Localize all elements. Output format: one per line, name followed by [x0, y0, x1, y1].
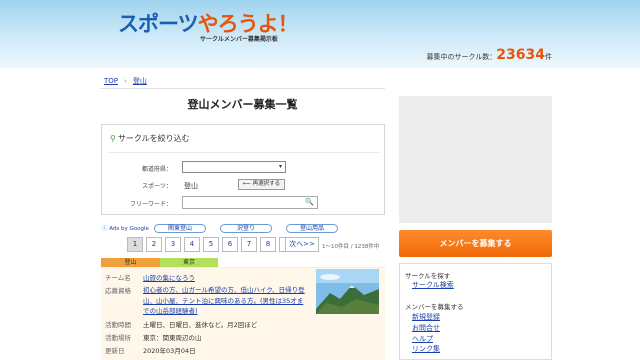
- page-7[interactable]: 7: [241, 237, 257, 252]
- sidebar-ad-area: [399, 96, 552, 223]
- breadcrumb: TOP › 登山: [104, 76, 147, 86]
- sidebar-item-register[interactable]: 新規登録: [412, 312, 440, 322]
- ads-by-google-text: Ads by Google: [109, 226, 149, 232]
- freeword-label: フリーワード：: [129, 201, 172, 208]
- page-title: 登山メンバー募集一覧: [187, 98, 298, 111]
- place-value: 東京：関東周辺の山: [143, 334, 202, 342]
- area-tag[interactable]: 東京: [160, 258, 218, 267]
- team-row: チーム名 山旅の集になろう: [105, 272, 195, 282]
- circle-count-value: 23634: [496, 47, 545, 63]
- ad-link-3[interactable]: 登山用品: [286, 224, 338, 233]
- logo-subtitle: サークルメンバー募集掲示板: [200, 36, 278, 43]
- filter-heading-label: サークルを絞り込む: [117, 134, 190, 143]
- search-icon: ⚲: [110, 134, 116, 143]
- team-label: チーム名: [105, 274, 131, 282]
- page-8[interactable]: 8: [260, 237, 276, 252]
- sidebar-item-links[interactable]: リンク集: [412, 344, 440, 354]
- mountain-image-icon: [316, 269, 379, 314]
- ad-link-2[interactable]: 沢登り: [220, 224, 272, 233]
- circle-count-unit: 件: [545, 53, 552, 61]
- place-row: 活動場所 東京：関東周辺の山: [105, 332, 202, 342]
- search-icon[interactable]: 🔍: [305, 198, 314, 206]
- sidebar-item-contact[interactable]: お問合せ: [412, 323, 440, 333]
- list-item: チーム名 山旅の集になろう 応募資格 初心者の方、山ガール希望の方、低山ハイク、日…: [101, 267, 385, 360]
- reselect-button[interactable]: ⟵ 再選択する: [238, 179, 285, 190]
- time-value: 土曜日、日曜日、進休など。月2回ほど: [143, 321, 258, 329]
- sidebar-item-circle-search[interactable]: サークル検索: [412, 280, 454, 290]
- recruit-members-button[interactable]: メンバーを募集する: [399, 230, 552, 257]
- sidebar-item-help[interactable]: ヘルプ: [412, 334, 433, 344]
- prefecture-select[interactable]: ▾: [182, 161, 286, 173]
- requirement-row: 応募資格: [105, 285, 143, 295]
- page-6[interactable]: 6: [222, 237, 238, 252]
- site-logo[interactable]: スポーツやろうよ！ サークルメンバー募集掲示板: [118, 8, 299, 44]
- divider: [108, 152, 380, 153]
- team-link[interactable]: 山旅の集になろう: [143, 274, 195, 282]
- page-1[interactable]: 1: [127, 237, 143, 252]
- divider: [100, 88, 385, 89]
- category-tag[interactable]: 登山: [101, 258, 160, 267]
- filter-heading: ⚲ サークルを絞り込む: [110, 133, 190, 144]
- pagination-info: 1〜10件目 / 1238件中: [322, 244, 380, 250]
- requirement-label: 応募資格: [105, 287, 131, 295]
- reselect-button-label: 再選択する: [252, 181, 281, 187]
- sport-value: 登山: [184, 182, 198, 190]
- info-icon: ⓘ: [102, 226, 108, 232]
- requirement-link[interactable]: 初心者の方、山ガール希望の方、低山ハイク、日帰り登山、山小屋、テント泊に興味のあ…: [143, 285, 307, 317]
- sidebar-menu: サークルを探す サークル検索 メンバーを募集する 新規登録 お問合せ ヘルプ リ…: [399, 263, 552, 360]
- page-3[interactable]: 3: [165, 237, 181, 252]
- find-circle-heading: サークルを探す: [405, 272, 451, 280]
- site-header: スポーツやろうよ！ サークルメンバー募集掲示板 募集中のサークル数：23634件: [0, 0, 640, 68]
- recruit-heading: メンバーを募集する: [405, 303, 464, 311]
- chevron-right-icon: ›: [124, 77, 127, 85]
- prefecture-label: 都道府県：: [141, 166, 172, 173]
- page-4[interactable]: 4: [184, 237, 200, 252]
- page-5[interactable]: 5: [203, 237, 219, 252]
- updated-value: 2020年03月04日: [143, 347, 196, 355]
- freeword-input[interactable]: 🔍: [182, 196, 318, 209]
- breadcrumb-current-link[interactable]: 登山: [133, 77, 147, 85]
- page-2[interactable]: 2: [146, 237, 162, 252]
- ad-link-1[interactable]: 関東登山: [154, 224, 206, 233]
- sport-label: スポーツ：: [142, 183, 172, 190]
- circle-count-label: 募集中のサークル数：: [426, 53, 497, 61]
- updated-row: 更新日 2020年03月04日: [105, 345, 196, 355]
- time-row: 活動時間 土曜日、日曜日、進休など。月2回ほど: [105, 319, 257, 329]
- place-label: 活動場所: [105, 334, 131, 342]
- dropdown-arrow-icon: ▾: [278, 163, 282, 170]
- time-label: 活動時間: [105, 321, 131, 329]
- filter-panel: ⚲ サークルを絞り込む 都道府県： ▾ スポーツ： 登山 ⟵ 再選択する フリーワ…: [101, 124, 385, 215]
- breadcrumb-top-link[interactable]: TOP: [104, 77, 118, 85]
- next-page-button[interactable]: 次へ>>: [285, 237, 319, 252]
- circle-count: 募集中のサークル数：23634件: [426, 47, 552, 63]
- mountain-photo[interactable]: [316, 269, 379, 314]
- ads-label: ⓘ Ads by Google: [102, 224, 149, 232]
- updated-label: 更新日: [105, 347, 125, 355]
